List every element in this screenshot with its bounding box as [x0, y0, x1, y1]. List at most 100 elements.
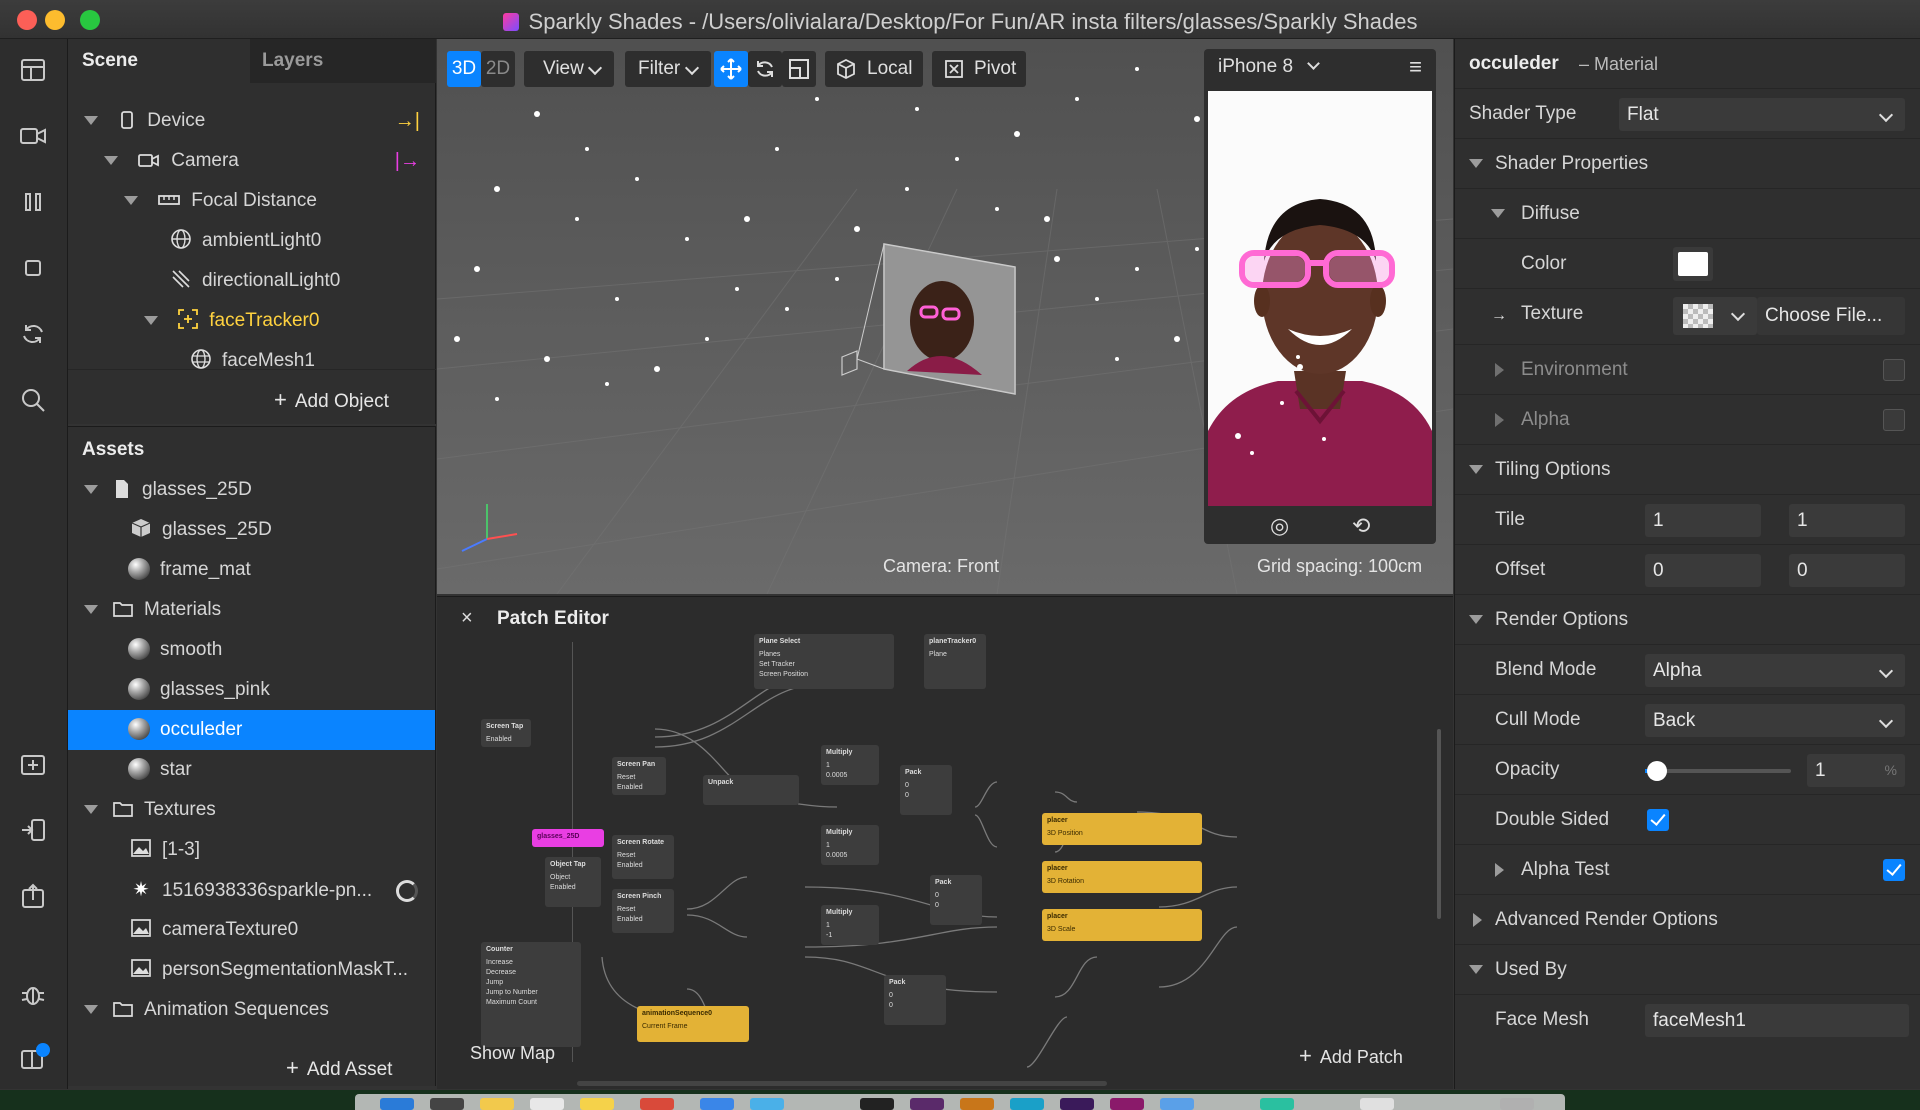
asset-item-glasses-pink[interactable]: glasses_pink	[128, 670, 434, 710]
capture-icon[interactable]: ◎	[1270, 513, 1289, 539]
advanced-render-options-section[interactable]: Advanced Render Options	[1455, 895, 1920, 945]
render-options-section[interactable]: Render Options	[1455, 595, 1920, 645]
patch-horizontal-scrollbar[interactable]	[577, 1081, 1107, 1086]
dock-app-icon[interactable]	[1060, 1098, 1094, 1110]
dock-app-icon[interactable]	[430, 1098, 464, 1110]
tree-item-directional-light[interactable]: directionalLight0	[170, 261, 434, 301]
video-icon[interactable]	[16, 121, 50, 155]
patch-node-pack-3[interactable]: Pack 0 0	[884, 975, 946, 1025]
asset-item-star[interactable]: star	[128, 750, 434, 790]
tile-x-input[interactable]: 1	[1645, 504, 1761, 537]
mode-3d-button[interactable]: 3D	[447, 51, 481, 87]
asset-folder-textures[interactable]: Textures	[84, 790, 434, 830]
dock-app-icon[interactable]	[1160, 1098, 1194, 1110]
expand-caret-icon[interactable]	[104, 156, 118, 166]
opacity-input[interactable]: 1%	[1807, 754, 1905, 787]
dock-app-icon[interactable]	[580, 1098, 614, 1110]
expand-caret-icon[interactable]	[84, 605, 98, 615]
stop-icon[interactable]	[16, 253, 50, 287]
tree-item-ambient-light[interactable]: ambientLight0	[170, 221, 434, 261]
patch-editor[interactable]: × Patch Editor Plane Select Planes Set T…	[437, 596, 1453, 1089]
asset-folder-animation-sequences[interactable]: Animation Sequences	[84, 990, 434, 1030]
color-swatch[interactable]	[1673, 247, 1713, 281]
bug-icon[interactable]	[16, 979, 50, 1013]
asset-item-smooth[interactable]: smooth	[128, 630, 434, 670]
expand-caret-icon[interactable]	[84, 805, 98, 815]
dock-app-icon[interactable]	[910, 1098, 944, 1110]
expand-caret-icon[interactable]	[1495, 363, 1504, 377]
dock-app-icon[interactable]	[1500, 1098, 1534, 1110]
patch-node-multiply-1[interactable]: Multiply 1 0.0005	[821, 745, 879, 785]
tiling-options-section[interactable]: Tiling Options	[1455, 445, 1920, 495]
import-icon[interactable]	[16, 815, 50, 849]
dock-app-icon[interactable]	[700, 1098, 734, 1110]
asset-item-occuleder[interactable]: occuleder	[68, 710, 435, 750]
hamburger-menu-icon[interactable]: ≡	[1409, 49, 1422, 85]
asset-item-glasses-mesh[interactable]: glasses_25D	[130, 510, 434, 550]
shader-type-dropdown[interactable]: Flat	[1619, 98, 1905, 131]
opacity-slider-knob[interactable]	[1647, 761, 1667, 781]
add-folder-icon[interactable]	[16, 749, 50, 783]
face-mesh-link[interactable]: faceMesh1	[1645, 1004, 1909, 1037]
rotate-device-icon[interactable]: ⟲	[1352, 513, 1370, 539]
dock-app-icon[interactable]	[750, 1098, 784, 1110]
patch-node-plane-tracker[interactable]: planeTracker0 Plane	[924, 634, 986, 689]
dock-app-icon[interactable]	[1360, 1098, 1394, 1110]
mode-2d-button[interactable]: 2D	[481, 51, 515, 87]
layout-icon[interactable]	[16, 55, 50, 89]
scene-viewport[interactable]: 3D 2D View Filter Local Pivot iPhone 8 ≡	[437, 39, 1453, 594]
shader-properties-section[interactable]: Shader Properties	[1455, 139, 1920, 189]
blend-mode-dropdown[interactable]: Alpha	[1645, 654, 1905, 687]
expand-caret-icon[interactable]	[1495, 413, 1504, 427]
asset-item-sparkle-texture[interactable]: ✷ 1516938336sparkle-pn...	[130, 870, 434, 910]
patch-node-placer-position[interactable]: placer 3D Position	[1042, 813, 1202, 845]
asset-item-person-segmentation[interactable]: personSegmentationMaskT...	[130, 950, 434, 990]
tab-scene[interactable]: Scene	[68, 39, 250, 83]
used-by-section[interactable]: Used By	[1455, 945, 1920, 995]
export-icon[interactable]	[16, 881, 50, 915]
alpha-checkbox[interactable]	[1883, 409, 1905, 431]
patch-node-counter[interactable]: Counter Increase Decrease Jump Jump to Numbe…	[481, 942, 581, 1047]
tutorial-icon[interactable]	[16, 1043, 50, 1077]
expand-caret-icon[interactable]	[84, 485, 98, 495]
dock-app-icon[interactable]	[530, 1098, 564, 1110]
patch-node-placer-rotation[interactable]: placer 3D Rotation	[1042, 861, 1202, 893]
tree-item-focal-distance[interactable]: Focal Distance	[124, 181, 434, 221]
device-selector[interactable]: iPhone 8 ≡	[1204, 49, 1436, 85]
asset-item-frame-mat[interactable]: frame_mat	[128, 550, 434, 590]
search-icon[interactable]	[16, 385, 50, 419]
expand-caret-icon[interactable]	[84, 116, 98, 126]
alpha-section[interactable]: Alpha	[1455, 395, 1920, 445]
patch-node-pack-2[interactable]: Pack 0 0	[930, 875, 982, 925]
rotate-tool-button[interactable]	[748, 51, 782, 87]
dock-app-icon[interactable]	[960, 1098, 994, 1110]
collapse-caret-icon[interactable]	[1469, 965, 1483, 974]
tree-item-face-tracker[interactable]: faceTracker0	[144, 301, 434, 341]
patch-node-multiply-3[interactable]: Multiply 1 -1	[821, 905, 879, 945]
asset-item-glasses-file[interactable]: glasses_25D	[84, 470, 434, 510]
environment-checkbox[interactable]	[1883, 359, 1905, 381]
tree-item-face-mesh[interactable]: faceMesh1	[190, 341, 434, 381]
local-button[interactable]: Local	[825, 51, 923, 87]
expand-caret-icon[interactable]	[84, 1005, 98, 1015]
cull-mode-dropdown[interactable]: Back	[1645, 704, 1905, 737]
patch-node-placer-scale[interactable]: placer 3D Scale	[1042, 909, 1202, 941]
add-asset-button[interactable]: + Add Asset	[286, 1055, 392, 1081]
tab-layers[interactable]: Layers	[250, 39, 436, 83]
refresh-icon[interactable]	[16, 319, 50, 353]
patch-node-object-tap[interactable]: Object Tap Object Enabled	[545, 857, 601, 907]
dock-app-icon[interactable]	[380, 1098, 414, 1110]
tile-y-input[interactable]: 1	[1789, 504, 1905, 537]
patch-vertical-scrollbar[interactable]	[1437, 729, 1441, 919]
patch-node-screen-tap[interactable]: Screen Tap Enabled	[481, 719, 531, 747]
collapse-caret-icon[interactable]	[1469, 465, 1483, 474]
link-arrow-icon[interactable]: →	[1491, 307, 1507, 325]
collapse-caret-icon[interactable]	[1469, 615, 1483, 624]
patch-node-pack-1[interactable]: Pack 0 0	[900, 765, 952, 815]
patch-node-screen-pan[interactable]: Screen Pan Reset Enabled	[612, 757, 666, 795]
patch-node-unpack[interactable]: Unpack	[703, 775, 799, 805]
tree-item-camera[interactable]: Camera |→	[104, 141, 434, 181]
tree-item-device[interactable]: Device →|	[84, 101, 434, 141]
filter-dropdown[interactable]: Filter	[625, 51, 711, 87]
environment-section[interactable]: Environment	[1455, 345, 1920, 395]
